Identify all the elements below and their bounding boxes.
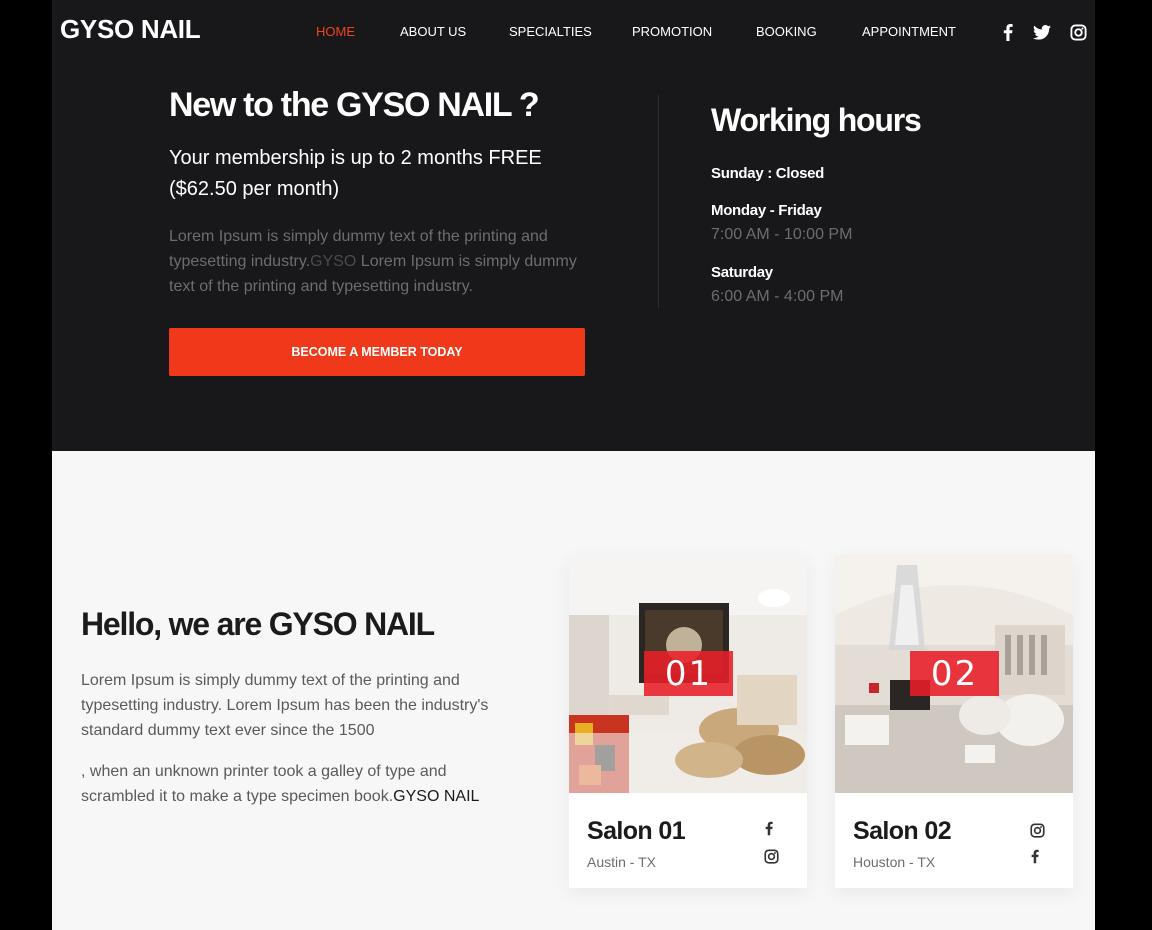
promo-title: New to the GYSO NAIL ?	[169, 86, 540, 124]
promo-body-highlight: GYSO	[310, 253, 357, 270]
about-paragraph-1: Lorem Ipsum is simply dummy text of the …	[81, 672, 489, 739]
promo-subtitle-line-2: ($62.50 per month)	[169, 178, 340, 200]
about-brand-highlight: GYSO NAIL	[393, 788, 480, 805]
instagram-icon[interactable]	[762, 847, 780, 865]
salon-card-2[interactable]: 02 Salon 02 Houston - TX	[835, 555, 1073, 888]
salon-number-badge: 01	[644, 651, 733, 696]
hours-saturday-time: 6:00 AM - 4:00 PM	[711, 288, 844, 305]
promo-subtitle: Your membership is up to 2 months FREE (…	[169, 143, 599, 205]
become-member-button[interactable]: BECOME A MEMBER TODAY	[169, 328, 585, 376]
facebook-icon[interactable]	[998, 22, 1018, 42]
about-paragraph-2: , when an unknown printer took a galley …	[81, 759, 511, 809]
nav-item-about-us[interactable]: ABOUT US	[400, 24, 466, 39]
instagram-icon[interactable]	[1068, 22, 1088, 42]
salon-name[interactable]: Salon 02	[853, 817, 952, 846]
membership-section: GYSO NAIL HOME ABOUT US SPECIALTIES PROM…	[52, 0, 1095, 451]
hours-weekday-label: Monday - Friday	[711, 202, 822, 219]
about-title: Hello, we are GYSO NAIL	[81, 606, 435, 642]
vertical-divider	[658, 95, 659, 308]
page: GYSO NAIL HOME ABOUT US SPECIALTIES PROM…	[52, 0, 1095, 930]
working-hours-title: Working hours	[711, 102, 922, 138]
salon-number-badge: 02	[910, 651, 999, 696]
nav-item-home[interactable]: HOME	[316, 24, 355, 39]
promo-subtitle-line-1: Your membership is up to 2 months FREE	[169, 147, 542, 169]
nav-item-promotion[interactable]: PROMOTION	[632, 24, 712, 39]
nav-item-booking[interactable]: BOOKING	[756, 24, 817, 39]
promo-description: Lorem Ipsum is simply dummy text of the …	[169, 224, 599, 299]
hours-sunday: Sunday : Closed	[711, 165, 825, 182]
about-section: Hello, we are GYSO NAIL Lorem Ipsum is s…	[52, 451, 1095, 930]
salon-name[interactable]: Salon 01	[587, 817, 686, 846]
salon-photo-1: 01	[569, 555, 807, 793]
site-logo[interactable]: GYSO NAIL	[60, 14, 201, 45]
instagram-icon[interactable]	[1120, 22, 1140, 42]
salon-photo-2: 02	[835, 555, 1073, 793]
salon-card-1[interactable]: 01 Salon 01 Austin - TX	[569, 555, 807, 888]
facebook-icon[interactable]	[760, 819, 778, 837]
about-paragraph-2-text: , when an unknown printer took a galley …	[81, 763, 447, 805]
twitter-icon[interactable]	[1032, 22, 1052, 42]
facebook-icon[interactable]	[1026, 847, 1044, 865]
nav-item-appointment[interactable]: APPOINTMENT	[862, 24, 956, 39]
hours-weekday-time: 7:00 AM - 10:00 PM	[711, 226, 853, 243]
salon-location: Austin - TX	[587, 854, 656, 870]
nav-item-specialties[interactable]: SPECIALTIES	[509, 24, 592, 39]
instagram-icon[interactable]	[1028, 821, 1046, 839]
hours-saturday-label: Saturday	[711, 264, 773, 281]
salon-location: Houston - TX	[853, 854, 936, 870]
